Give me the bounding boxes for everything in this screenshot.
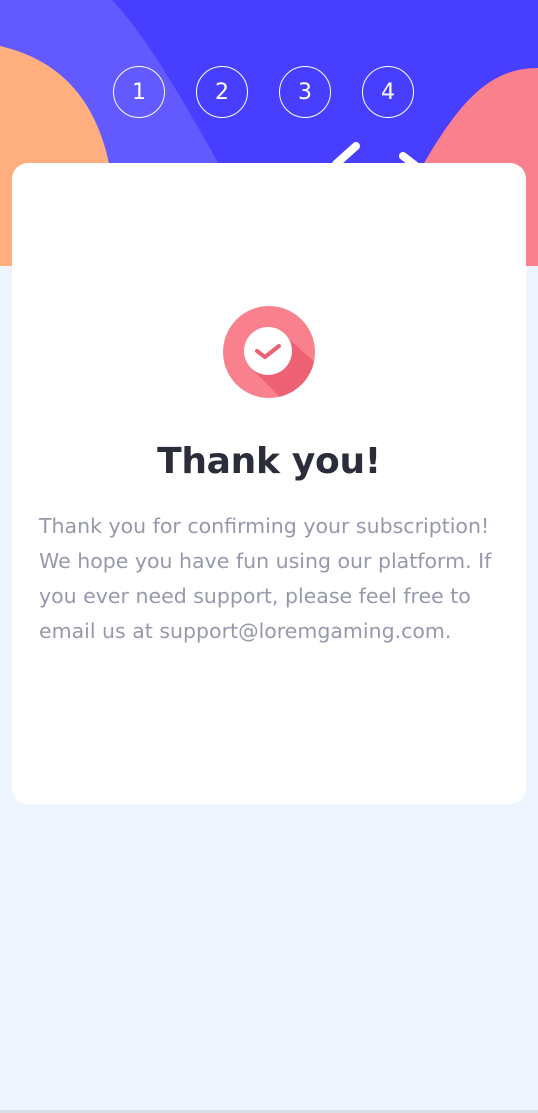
step-2[interactable]: 2 <box>196 66 248 118</box>
check-icon <box>223 306 315 398</box>
step-4[interactable]: 4 <box>362 66 414 118</box>
step-indicator: 1 2 3 4 <box>113 66 414 118</box>
confirmation-card: Thank you! Thank you for confirming your… <box>12 163 526 804</box>
step-3[interactable]: 3 <box>279 66 331 118</box>
confirmation-message: Thank you for confirming your subscripti… <box>39 514 492 643</box>
page-title: Thank you! <box>157 441 381 482</box>
step-1[interactable]: 1 <box>113 66 165 118</box>
